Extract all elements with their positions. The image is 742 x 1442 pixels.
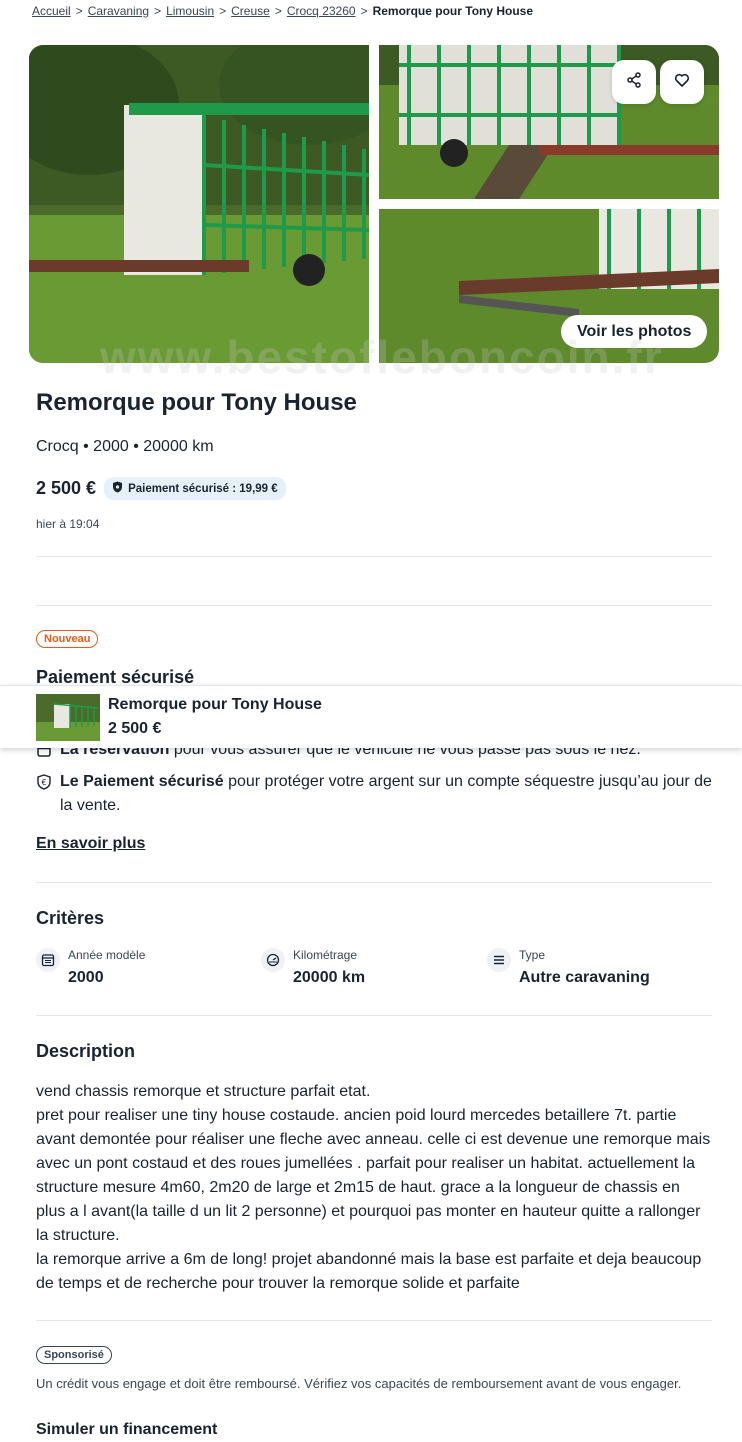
criteria-label: Type — [519, 948, 546, 962]
breadcrumb-link-accueil[interactable]: Accueil — [32, 4, 71, 18]
ad-subtitle: Crocq • 2000 • 20000 km — [36, 438, 214, 455]
divider — [36, 605, 712, 606]
breadcrumb-separator: > — [219, 4, 227, 18]
simulate-financing-heading: Simuler un financement — [36, 1421, 218, 1438]
criteria-label: Kilométrage — [293, 948, 358, 962]
learn-more-link[interactable]: En savoir plus — [36, 835, 145, 853]
breadcrumb-link-creuse[interactable]: Creuse — [231, 4, 270, 18]
credit-notice: Un crédit vous engage et doit être rembo… — [36, 1376, 682, 1391]
price-row: 2 500 € Paiement sécurisé : 19,99 € — [36, 477, 286, 500]
sponsored-badge: Sponsorisé — [36, 1346, 112, 1364]
sticky-price: 2 500 € — [108, 720, 162, 737]
sticky-ad-bar[interactable]: Remorque pour Tony House 2 500 € — [0, 685, 742, 748]
breadcrumb-link-crocq[interactable]: Crocq 23260 — [287, 4, 356, 18]
watermark: www.bestofleboncoin.fr — [100, 331, 664, 383]
breadcrumb-separator: > — [274, 4, 282, 18]
divider — [36, 556, 712, 557]
new-badge: Nouveau — [36, 630, 99, 648]
breadcrumb-separator: > — [360, 4, 368, 18]
criteria-value: 2000 — [68, 969, 104, 986]
breadcrumb-link-limousin[interactable]: Limousin — [166, 4, 214, 18]
svg-text:€: € — [41, 778, 46, 787]
secure-payment-badge: Paiement sécurisé : 19,99 € — [104, 477, 286, 500]
breadcrumb-separator: > — [75, 4, 83, 18]
sticky-title: Remorque pour Tony House — [108, 696, 322, 713]
secure-payment-badge-label: Paiement sécurisé : 19,99 € — [128, 482, 278, 495]
divider — [36, 882, 712, 883]
heart-icon — [674, 72, 690, 93]
sticky-thumbnail — [36, 694, 100, 741]
euro-shield-icon: € — [36, 774, 52, 790]
photo-gallery: Voir les photos — [29, 45, 719, 363]
description-heading: Description — [36, 1041, 136, 1061]
list-icon — [487, 948, 511, 972]
feature-secure-payment: € Le Paiement sécurisé pour protéger vot… — [36, 770, 716, 818]
breadcrumb-current: Remorque pour Tony House — [372, 4, 534, 18]
ad-date: hier à 19:04 — [36, 517, 100, 531]
breadcrumb: Accueil > Caravaning > Limousin > Creuse > C… — [32, 4, 533, 18]
criteria-heading: Critères — [36, 908, 105, 928]
share-button[interactable] — [612, 60, 656, 104]
ad-title: Remorque pour Tony House — [36, 389, 357, 416]
main-photo[interactable] — [29, 45, 369, 363]
description-text: vend chassis remorque et structure parfa… — [36, 1083, 711, 1292]
share-icon — [626, 71, 642, 93]
ad-price: 2 500 € — [36, 478, 97, 498]
criteria-label: Année modèle — [68, 948, 146, 962]
breadcrumb-link-caravaning[interactable]: Caravaning — [88, 4, 149, 18]
criteria-value: 20000 km — [293, 969, 366, 986]
feature-secure-payment-title: Le Paiement sécurisé — [60, 773, 224, 790]
breadcrumb-separator: > — [154, 4, 162, 18]
divider — [36, 1320, 712, 1321]
calendar-icon — [36, 948, 60, 972]
divider — [36, 1015, 712, 1016]
odometer-icon — [261, 948, 285, 972]
shield-icon — [112, 481, 123, 496]
favorite-button[interactable] — [660, 60, 704, 104]
criteria-value: Autre caravaning — [519, 969, 650, 986]
